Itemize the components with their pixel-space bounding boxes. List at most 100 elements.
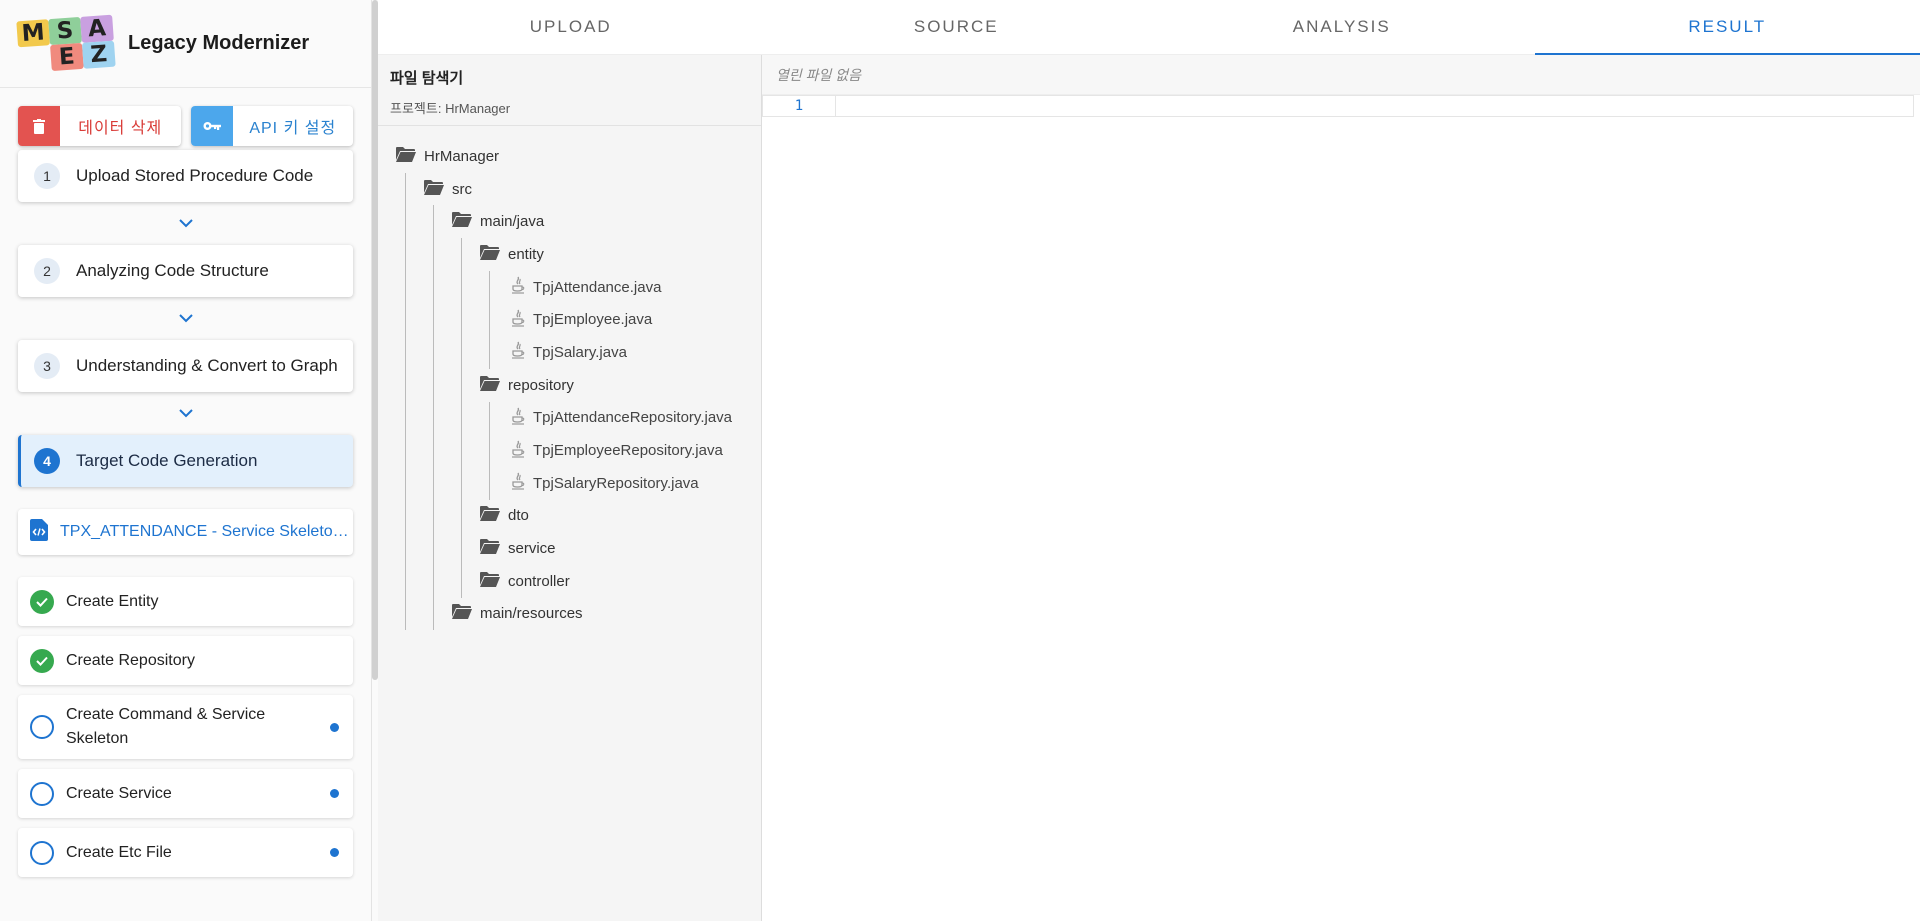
step-target-code-generation[interactable]: 4 Target Code Generation (18, 435, 353, 487)
task-label: Create Entity (66, 592, 159, 610)
tree-guide-line (433, 597, 434, 631)
tab-source[interactable]: SOURCE (764, 0, 1150, 54)
tree-guide-line (489, 303, 490, 337)
delete-data-button[interactable]: 데이터 삭제 (18, 106, 181, 146)
logo-letter: Z (81, 40, 116, 69)
tree-folder[interactable]: src (378, 172, 761, 206)
folder-open-icon (480, 539, 500, 558)
tree-guide-line (433, 532, 434, 565)
task-create-entity: Create Entity (18, 577, 353, 626)
step-list: 1 Upload Stored Procedure Code 2 Analyzi… (0, 150, 371, 487)
java-file-icon (511, 309, 525, 331)
step-graph[interactable]: 3 Understanding & Convert to Graph (18, 340, 353, 392)
current-job-item[interactable]: TPX_ATTENDANCE - Service Skeleton... (18, 509, 353, 555)
tree-node-label: repository (508, 376, 574, 394)
tree-folder[interactable]: controller (378, 564, 761, 598)
tree-guide-line (405, 532, 406, 565)
logo-letter: M (16, 18, 51, 47)
tree-guide-line (461, 368, 462, 402)
tree-guide-line (433, 238, 434, 271)
api-key-settings-button[interactable]: API 키 설정 (190, 106, 353, 146)
pending-dot (330, 722, 339, 732)
tree-guide-line (433, 564, 434, 598)
task-list: Create Entity Create Repository Create C… (0, 577, 371, 877)
tree-guide-line (405, 336, 406, 369)
circle-outline-icon (30, 715, 54, 739)
tree-guide-line (461, 238, 462, 271)
java-file-icon (511, 276, 525, 298)
tree-node-label: src (452, 180, 472, 198)
tree-guide-line (461, 434, 462, 467)
tree-guide-line (405, 368, 406, 402)
tree-folder[interactable]: entity (378, 238, 761, 271)
step-number: 2 (34, 258, 60, 284)
editor-line: 1 (762, 95, 1914, 117)
tab-upload[interactable]: UPLOAD (378, 0, 764, 54)
tree-file[interactable]: TpjEmployee.java (378, 303, 761, 337)
tree-file[interactable]: TpjAttendance.java (378, 270, 761, 304)
folder-open-icon (480, 375, 500, 395)
chevron-down-icon (18, 202, 353, 245)
brand-header: MSAEZ Legacy Modernizer (0, 0, 371, 88)
tree-guide-line (461, 303, 462, 337)
tree-node-label: main/java (480, 213, 545, 231)
folder-open-icon (452, 212, 472, 231)
tree-guide-line (461, 336, 462, 369)
step-label: Upload Stored Procedure Code (76, 166, 314, 185)
tree-node-label: HrManager (424, 147, 500, 165)
tree-guide-line (461, 532, 462, 565)
pending-dot (330, 789, 339, 798)
step-analyze[interactable]: 2 Analyzing Code Structure (18, 245, 353, 297)
task-create-etc-file: Create Etc File (18, 828, 353, 877)
tree-node-label: entity (508, 245, 544, 263)
step-number: 4 (34, 448, 60, 474)
tree-node-label: controller (508, 572, 570, 590)
tree-file[interactable]: TpjEmployeeRepository.java (378, 434, 761, 467)
tree-file[interactable]: TpjAttendanceRepository.java (378, 401, 761, 435)
step-label: Analyzing Code Structure (76, 261, 269, 280)
tree-guide-line (461, 401, 462, 435)
tree-guide-line (433, 499, 434, 533)
tree-node-label: TpjEmployee.java (533, 311, 653, 329)
key-icon (190, 106, 233, 146)
tree-folder[interactable]: service (378, 532, 761, 565)
chevron-down-icon (18, 297, 353, 340)
logo-spacer (18, 45, 52, 73)
step-number: 3 (34, 353, 60, 379)
file-explorer: 파일 탐색기 프로젝트: HrManager HrManager src main/… (378, 55, 762, 921)
tree-guide-line (433, 466, 434, 500)
task-create-repository: Create Repository (18, 636, 353, 685)
step-label: Target Code Generation (76, 451, 258, 470)
java-file-icon (511, 440, 525, 462)
tree-folder[interactable]: main/java (378, 205, 761, 239)
tree-guide-line (489, 434, 490, 467)
step-upload[interactable]: 1 Upload Stored Procedure Code (18, 150, 353, 202)
tree-node-label: service (508, 540, 556, 558)
tree-folder[interactable]: main/resources (378, 597, 761, 631)
task-create-command-service-skeleton: Create Command & Service Skeleton (18, 695, 353, 759)
check-circle-icon (30, 589, 54, 614)
java-file-icon (511, 407, 525, 429)
tree-guide-line (405, 205, 406, 239)
tree-guide-line (433, 368, 434, 402)
tree-node-label: TpjAttendanceRepository.java (533, 409, 732, 427)
tree-guide-line (489, 336, 490, 369)
tree-folder[interactable]: dto (378, 499, 761, 533)
folder-open-icon (452, 604, 472, 623)
tab-result[interactable]: RESULT (1534, 0, 1920, 55)
step-number: 1 (34, 163, 60, 189)
explorer-project: 프로젝트: HrManager (390, 101, 511, 116)
tree-guide-line (405, 434, 406, 467)
trash-icon (18, 106, 60, 146)
tree-folder[interactable]: repository (378, 368, 761, 402)
tab-analysis[interactable]: ANALYSIS (1149, 0, 1535, 54)
tree-file[interactable]: TpjSalaryRepository.java (378, 466, 761, 500)
explorer-title: 파일 탐색기 (390, 70, 464, 87)
tree-guide-line (489, 466, 490, 500)
tree-folder[interactable]: HrManager (378, 140, 761, 173)
tree-file[interactable]: TpjSalary.java (378, 336, 761, 369)
editor-body[interactable]: 1 (762, 95, 1920, 921)
tree-guide-line (433, 205, 434, 239)
delete-data-label: 데이터 삭제 (78, 120, 163, 137)
circle-outline-icon (30, 781, 54, 806)
